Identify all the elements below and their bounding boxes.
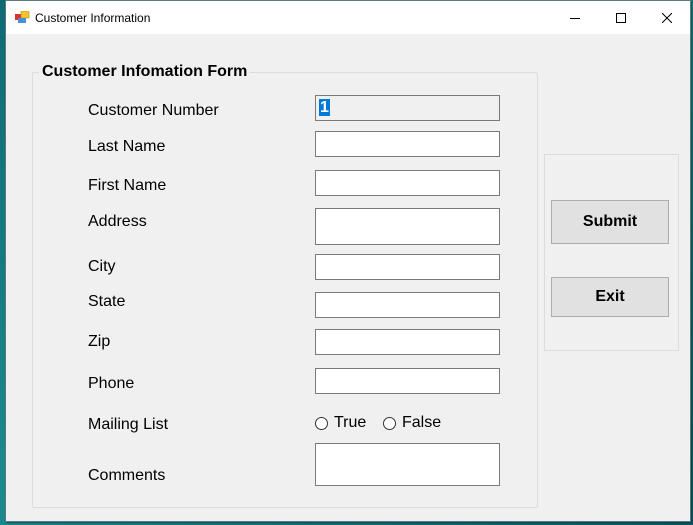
customer-number-label: Customer Number (88, 102, 219, 119)
customer-number-field[interactable]: 1 (315, 95, 500, 121)
zip-field[interactable] (315, 329, 500, 355)
first-name-label: First Name (88, 177, 167, 194)
comments-field[interactable] (315, 443, 500, 486)
title-bar[interactable]: Customer Information (6, 1, 690, 34)
mailing-list-label: Mailing List (88, 416, 169, 433)
address-label: Address (88, 213, 147, 230)
exit-button[interactable]: Exit (551, 277, 669, 317)
last-name-field[interactable] (315, 131, 500, 157)
actions-panel (544, 154, 679, 351)
customer-information-window: Customer Information Customer Infomation… (5, 0, 691, 522)
close-button[interactable] (644, 1, 690, 34)
mailing-list-true-radio[interactable]: True (315, 414, 366, 432)
zip-label: Zip (88, 333, 111, 350)
state-label: State (88, 293, 126, 310)
address-field[interactable] (315, 208, 500, 245)
minimize-icon (570, 17, 580, 19)
maximize-icon (616, 12, 626, 23)
city-field[interactable] (315, 254, 500, 280)
state-field[interactable] (315, 292, 500, 318)
false-option-label: False (402, 414, 442, 431)
submit-button[interactable]: Submit (551, 200, 669, 244)
phone-field[interactable] (315, 368, 500, 394)
close-icon (662, 12, 672, 23)
form-app-icon (15, 11, 30, 23)
city-label: City (88, 258, 116, 275)
radio-circle-icon (383, 416, 396, 430)
phone-label: Phone (88, 375, 135, 392)
first-name-field[interactable] (315, 170, 500, 196)
mailing-list-false-radio[interactable]: False (383, 414, 441, 432)
maximize-button[interactable] (598, 1, 644, 34)
radio-circle-icon (315, 416, 328, 430)
minimize-button[interactable] (552, 1, 598, 34)
true-option-label: True (334, 414, 367, 431)
customer-number-value: 1 (319, 99, 330, 116)
last-name-label: Last Name (88, 138, 166, 155)
comments-label: Comments (88, 467, 166, 484)
group-title: Customer Infomation Form (39, 63, 251, 81)
window-title: Customer Information (35, 11, 151, 25)
